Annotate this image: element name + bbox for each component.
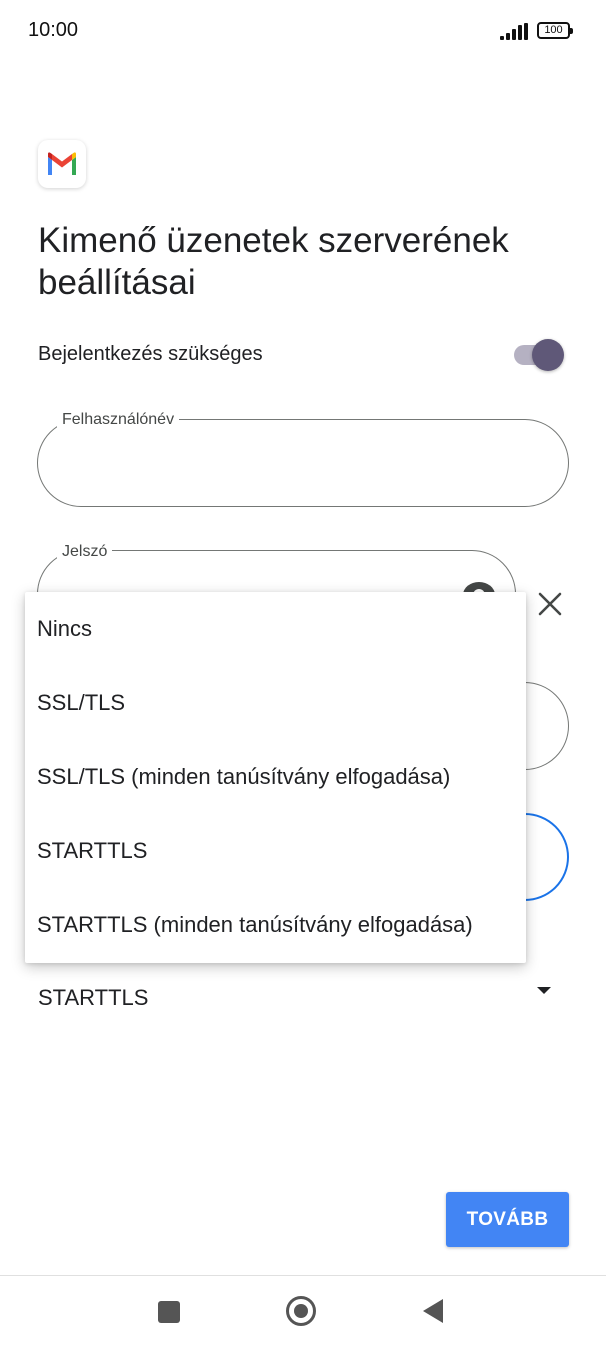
clear-icon[interactable] (536, 590, 564, 618)
gmail-logo-icon (38, 140, 86, 188)
battery-icon: 100 (537, 22, 573, 39)
password-field-label: Jelszó (57, 543, 113, 561)
menu-item-starttls[interactable]: STARTTLS (25, 814, 526, 888)
security-type-menu: Nincs SSL/TLS SSL/TLS (minden tanúsítván… (25, 592, 526, 963)
next-button[interactable]: TOVÁBB (446, 1192, 569, 1247)
screen: 10:00 100 Kimenő üzenetek szerverének be… (0, 0, 606, 1348)
status-time: 10:00 (28, 19, 79, 41)
dropdown-arrow-icon (537, 987, 551, 994)
home-icon[interactable] (286, 1296, 316, 1326)
security-type-value: STARTTLS (38, 985, 149, 1010)
username-field[interactable] (37, 419, 569, 507)
menu-item-ssl-tls[interactable]: SSL/TLS (25, 666, 526, 740)
username-field-label: Felhasználónév (57, 411, 180, 429)
nav-divider (0, 1275, 606, 1276)
recents-icon[interactable] (158, 1301, 180, 1323)
login-required-label: Bejelentkezés szükséges (38, 343, 263, 365)
toggle-thumb (532, 339, 564, 371)
menu-item-nincs[interactable]: Nincs (25, 592, 526, 666)
menu-item-starttls-accept-all[interactable]: STARTTLS (minden tanúsítvány elfogadása) (25, 888, 526, 962)
page-title: Kimenő üzenetek szerverének beállításai (38, 221, 509, 302)
menu-item-ssl-tls-accept-all[interactable]: SSL/TLS (minden tanúsítvány elfogadása) (25, 740, 526, 814)
signal-icon (500, 22, 530, 40)
back-icon[interactable] (422, 1298, 444, 1324)
